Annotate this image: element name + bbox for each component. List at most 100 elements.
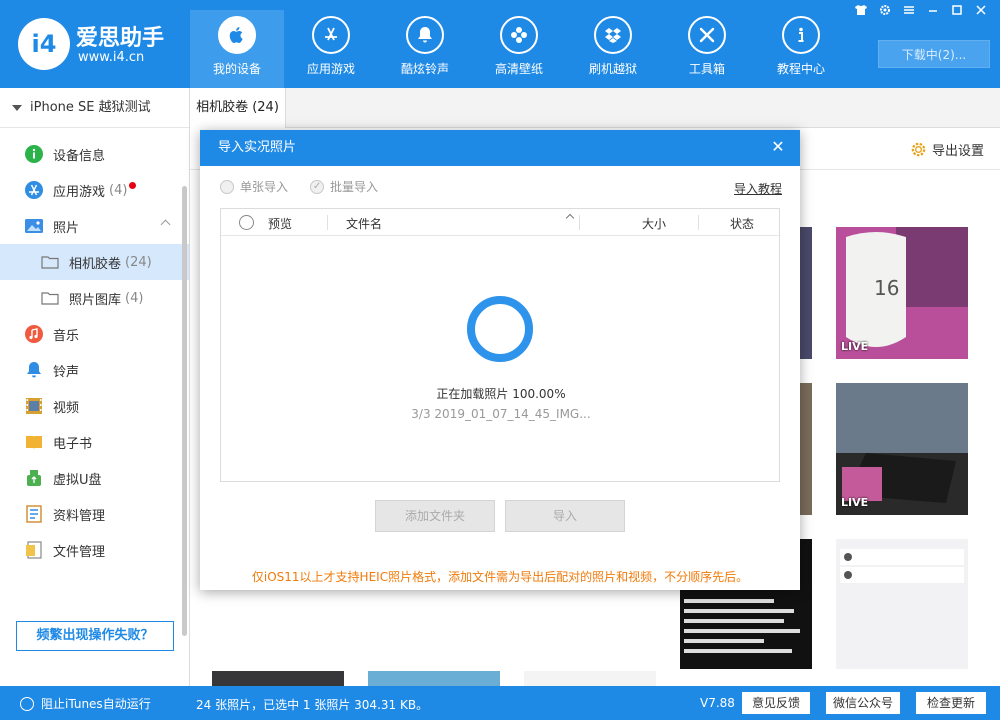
column-status: 状态 <box>730 217 755 231</box>
heic-support-note: 仅iOS11以上才支持HEIC照片格式，添加文件需为导出后配对的照片和视频，不分… <box>251 570 749 584</box>
wechat-button[interactable]: 微信公众号 <box>826 692 900 714</box>
device-selector[interactable]: iPhone SE 越狱测试 <box>0 88 189 128</box>
info-circle-icon <box>24 144 44 164</box>
sidebar-item-virtual-usb[interactable]: 虚拟U盘 <box>0 460 189 496</box>
import-tutorial-link[interactable]: 导入教程 <box>734 180 782 197</box>
loading-status-text: 正在加载照片 100.00% <box>436 387 566 401</box>
nav-flash-jailbreak[interactable]: 刷机越狱 <box>566 10 660 88</box>
column-filename[interactable]: 文件名 <box>346 215 382 232</box>
maximize-icon[interactable] <box>948 4 966 18</box>
main-nav: 我的设备 应用游戏 酷炫铃声 高清壁纸 刷机越狱 工具箱 教程中心 <box>190 10 848 88</box>
book-icon <box>24 432 44 452</box>
nav-apps-games[interactable]: 应用游戏 <box>284 10 378 88</box>
loading-file-name: 3/3 2019_01_07_14_45_IMG... <box>411 407 591 421</box>
app-store-icon <box>312 16 350 54</box>
minimize-icon[interactable] <box>924 4 942 18</box>
version-label: V7.88 <box>700 696 735 710</box>
live-badge: LIVE <box>841 340 869 353</box>
nav-toolbox[interactable]: 工具箱 <box>660 10 754 88</box>
bell-icon <box>24 360 44 380</box>
radio-icon <box>220 179 234 194</box>
app-store-icon <box>24 180 44 200</box>
check-update-button[interactable]: 检查更新 <box>916 692 986 714</box>
tools-icon <box>688 16 726 54</box>
sidebar: iPhone SE 越狱测试 设备信息 应用游戏 (4) 照片 相机胶卷 (24… <box>0 88 190 686</box>
sidebar-item-camera-roll[interactable]: 相机胶卷 (24) <box>0 244 189 280</box>
nav-tutorials[interactable]: 教程中心 <box>754 10 848 88</box>
block-itunes-toggle[interactable]: 阻止iTunes自动运行 <box>20 695 151 712</box>
apple-icon <box>218 16 256 54</box>
export-settings-button[interactable]: 导出设置 <box>910 140 984 159</box>
photo-thumbnail[interactable] <box>836 539 968 669</box>
sidebar-scrollbar[interactable] <box>182 186 187 636</box>
import-mode-group: 单张导入 ✓ 批量导入 <box>220 178 378 195</box>
logo-url: www.i4.cn <box>78 50 145 65</box>
tab-strip: 相机胶卷 (24) <box>190 88 1000 128</box>
column-divider <box>327 215 328 230</box>
nav-wallpapers[interactable]: 高清壁纸 <box>472 10 566 88</box>
close-icon[interactable] <box>972 4 990 18</box>
column-size: 大小 <box>642 217 667 231</box>
gear-icon[interactable] <box>876 4 894 18</box>
sidebar-item-device-info[interactable]: 设备信息 <box>0 136 189 172</box>
add-folder-button[interactable]: 添加文件夹 <box>375 500 495 532</box>
photo-thumbnail[interactable] <box>800 227 812 359</box>
sidebar-item-photo-library[interactable]: 照片图库 (4) <box>0 280 189 316</box>
photo-icon <box>24 216 44 236</box>
dialog-title: 导入实况照片 <box>218 140 297 155</box>
selection-summary: 24 张照片，已选中 1 张照片 304.31 KB。 <box>196 698 429 712</box>
svg-text:16: 16 <box>874 276 899 300</box>
sidebar-item-music[interactable]: 音乐 <box>0 316 189 352</box>
usb-icon <box>24 468 44 488</box>
folder-icon <box>40 252 60 272</box>
logo-mark: i4 <box>18 18 70 70</box>
bell-icon <box>406 16 444 54</box>
column-preview: 预览 <box>268 217 293 231</box>
film-icon <box>24 396 44 416</box>
app-logo: i4 爱思助手 www.i4.cn <box>18 16 178 72</box>
list-header: 预览 文件名 大小 状态 <box>221 209 779 236</box>
shirt-icon[interactable] <box>852 4 870 18</box>
download-queue-button[interactable]: 下载中(2)... <box>878 40 990 68</box>
info-icon <box>782 16 820 54</box>
sidebar-list: 设备信息 应用游戏 (4) 照片 相机胶卷 (24) 照片图库 (4) 音乐 铃… <box>0 128 189 568</box>
frequent-failure-help-button[interactable]: 频繁出现操作失败？ <box>16 621 174 651</box>
dialog-close-button[interactable]: ✕ <box>766 130 790 166</box>
photo-thumbnail[interactable] <box>800 383 812 515</box>
sidebar-item-ringtones[interactable]: 铃声 <box>0 352 189 388</box>
photo-thumbnail[interactable]: LIVE <box>836 383 968 515</box>
column-divider <box>579 215 580 230</box>
sidebar-item-videos[interactable]: 视频 <box>0 388 189 424</box>
mode-single-radio[interactable]: 单张导入 <box>220 178 288 195</box>
top-header: i4 爱思助手 www.i4.cn 我的设备 应用游戏 酷炫铃声 高清壁纸 刷机… <box>0 0 1000 88</box>
tab-camera-roll[interactable]: 相机胶卷 (24) <box>190 88 286 128</box>
menu-icon[interactable] <box>900 4 918 18</box>
feedback-button[interactable]: 意见反馈 <box>742 692 810 714</box>
flower-icon <box>500 16 538 54</box>
photo-thumbnail[interactable]: 16 LIVE <box>836 227 968 359</box>
nav-ringtones[interactable]: 酷炫铃声 <box>378 10 472 88</box>
window-controls <box>852 4 990 18</box>
contacts-icon <box>24 504 44 524</box>
collapse-arrow-icon[interactable] <box>160 219 171 230</box>
import-live-photos-dialog: 导入实况照片 ✕ 单张导入 ✓ 批量导入 导入教程 预览 文件名 大小 状态 正… <box>200 130 800 590</box>
sidebar-item-file-management[interactable]: 文件管理 <box>0 532 189 568</box>
logo-name: 爱思助手 <box>76 26 165 51</box>
sidebar-item-apps[interactable]: 应用游戏 (4) <box>0 172 189 208</box>
sidebar-item-ebooks[interactable]: 电子书 <box>0 424 189 460</box>
import-file-list: 预览 文件名 大小 状态 正在加载照片 100.00% 3/3 2019_01_… <box>220 208 780 482</box>
gear-icon <box>911 142 926 157</box>
live-badge: LIVE <box>841 496 869 509</box>
sidebar-item-data-management[interactable]: 资料管理 <box>0 496 189 532</box>
column-divider <box>698 215 699 230</box>
radio-icon <box>20 696 34 711</box>
dropbox-icon <box>594 16 632 54</box>
select-all-radio[interactable] <box>239 215 254 230</box>
nav-my-device[interactable]: 我的设备 <box>190 10 284 88</box>
import-button[interactable]: 导入 <box>505 500 625 532</box>
sidebar-item-photos[interactable]: 照片 <box>0 208 189 244</box>
caret-down-icon <box>12 104 22 111</box>
file-icon <box>24 540 44 560</box>
mode-batch-radio[interactable]: ✓ 批量导入 <box>310 178 378 195</box>
notification-dot <box>129 181 137 189</box>
